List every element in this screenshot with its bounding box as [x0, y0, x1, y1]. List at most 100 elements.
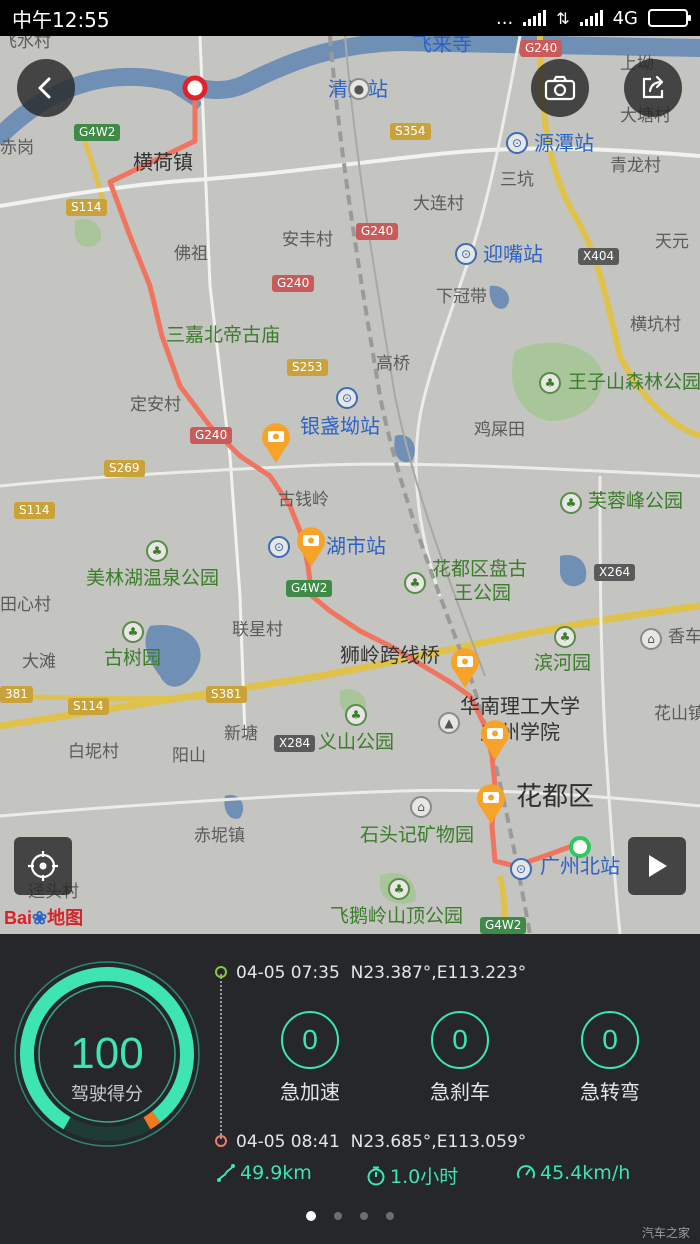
notification-dots: ...	[496, 7, 514, 29]
park-icon: ♣	[554, 626, 576, 648]
hard-brake-label: 急刹车	[430, 1080, 490, 1104]
page-indicator[interactable]	[0, 1211, 700, 1221]
train-station-icon: ●	[348, 78, 370, 100]
duration-metric: 1.0小时	[366, 1162, 458, 1189]
map-label: 鸡屎田	[474, 420, 525, 440]
map-label-park: 芙蓉峰公园	[588, 490, 684, 512]
park-icon: ♣	[345, 704, 367, 726]
map-label: 飞来寺	[412, 36, 472, 56]
road-shield: G240	[272, 275, 315, 293]
road-shield: S114	[66, 199, 107, 217]
back-button[interactable]	[17, 59, 75, 117]
map-label: 田心村	[0, 595, 51, 615]
chevron-left-icon	[38, 77, 51, 99]
locate-button[interactable]	[14, 837, 72, 895]
road-shield: X404	[578, 248, 620, 266]
network-type: 4G	[612, 7, 638, 29]
map-label: 三坑	[500, 170, 534, 190]
map-label: 飞水村	[0, 36, 51, 52]
map-label: 花山镇	[654, 704, 700, 724]
museum-icon: ⌂	[410, 796, 432, 818]
map-label: 古钱岭	[278, 490, 329, 510]
road-shield: S253	[287, 359, 328, 377]
driving-score: 100	[70, 1029, 144, 1078]
signal-icon-2	[579, 10, 603, 26]
map-label-bridge: 狮岭跨线桥	[340, 643, 440, 667]
school-icon: ▲	[438, 712, 460, 734]
route-start-marker	[182, 75, 208, 101]
map-view[interactable]: 飞水村 飞来寺 上坳 大塘村 赤岗 清远站 横荷镇 源潭站 青龙村 三坑 大连村…	[0, 36, 700, 934]
road-shield: G4W2	[480, 917, 527, 934]
map-label-park: 石头记矿物园	[360, 824, 475, 846]
trip-start-row: 04-05 07:35 N23.387°,E113.223°	[236, 963, 526, 983]
road-shield: S381	[206, 686, 247, 704]
map-label: 佛祖	[174, 244, 208, 264]
trip-summary-panel: 100 驾驶得分 04-05 07:35 N23.387°,E113.223° …	[0, 934, 700, 1244]
baidu-map-logo: Bai❀地图	[4, 908, 84, 928]
sharp-turn-label: 急转弯	[580, 1080, 640, 1104]
map-label: 横坑村	[630, 315, 681, 335]
speedometer-icon	[517, 1165, 535, 1179]
road-shield: S114	[14, 502, 55, 520]
trip-start-time: 04-05 07:35	[236, 963, 340, 983]
rapid-accel-label: 急加速	[280, 1080, 340, 1104]
page-dot[interactable]	[360, 1212, 368, 1220]
map-label: 安丰村	[282, 230, 333, 250]
map-label-station: 银盏坳站	[300, 414, 380, 438]
park-icon: ♣	[539, 372, 561, 394]
share-icon	[642, 75, 664, 99]
trip-end-dot	[215, 1135, 227, 1147]
museum-icon: ⌂	[640, 628, 662, 650]
trip-end-coords: N23.685°,E113.059°	[350, 1132, 527, 1152]
photo-pin-icon[interactable]	[479, 718, 511, 760]
play-button[interactable]	[628, 837, 686, 895]
status-time: 中午12:55	[12, 7, 110, 32]
road-shield: G240	[190, 427, 233, 445]
map-label-station: 广州北站	[540, 854, 620, 878]
map-label-park: 花都区盘古	[432, 558, 528, 580]
map-label: 大滩	[22, 652, 56, 672]
road-shield: S114	[68, 698, 109, 716]
distance-metric: 49.9km	[216, 1162, 312, 1184]
timer-icon	[367, 1166, 385, 1185]
road-shield: 381	[0, 686, 33, 704]
train-station-icon: ⊙	[268, 536, 290, 558]
map-label-station: 迎嘴站	[483, 242, 543, 266]
page-dot[interactable]	[306, 1211, 316, 1221]
map-label-poi: 三嘉北帝古庙	[166, 324, 281, 346]
map-label-park: 美林湖温泉公园	[86, 567, 220, 589]
trip-start-dot	[215, 966, 227, 978]
driving-score-label: 驾驶得分	[71, 1084, 143, 1105]
park-icon: ♣	[122, 621, 144, 643]
speed-value: 45.4km/h	[540, 1162, 631, 1184]
photo-pin-icon[interactable]	[449, 646, 481, 688]
park-icon: ♣	[388, 878, 410, 900]
page-dot[interactable]	[386, 1212, 394, 1220]
road-shield: G240	[356, 223, 399, 241]
train-station-icon: ⊙	[510, 858, 532, 880]
map-label: 香车	[668, 627, 700, 647]
route-distance-icon	[217, 1164, 235, 1182]
map-label: 赤岗	[0, 138, 34, 158]
map-label: 阳山	[172, 746, 206, 766]
park-icon: ♣	[560, 492, 582, 514]
timeline-line	[220, 974, 222, 1139]
data-transfer-icon: ⇅	[556, 8, 570, 28]
road-shield: X264	[594, 564, 636, 582]
map-base	[0, 36, 700, 934]
photo-pin-icon[interactable]	[475, 782, 507, 824]
trip-start-coords: N23.387°,E113.223°	[350, 963, 527, 983]
photo-pin-icon[interactable]	[295, 525, 327, 567]
park-icon: ♣	[404, 572, 426, 594]
camera-button[interactable]	[531, 59, 589, 117]
photo-pin-icon[interactable]	[260, 421, 292, 463]
map-label: 青龙村	[610, 156, 661, 176]
map-label-park: 王公园	[454, 582, 512, 604]
page-dot[interactable]	[334, 1212, 342, 1220]
road-shield: G240	[520, 40, 563, 58]
duration-value: 1.0小时	[390, 1166, 459, 1188]
share-button[interactable]	[624, 59, 682, 117]
map-label: 高桥	[376, 354, 410, 374]
road-shield: X284	[274, 735, 316, 753]
camera-icon	[544, 75, 576, 101]
